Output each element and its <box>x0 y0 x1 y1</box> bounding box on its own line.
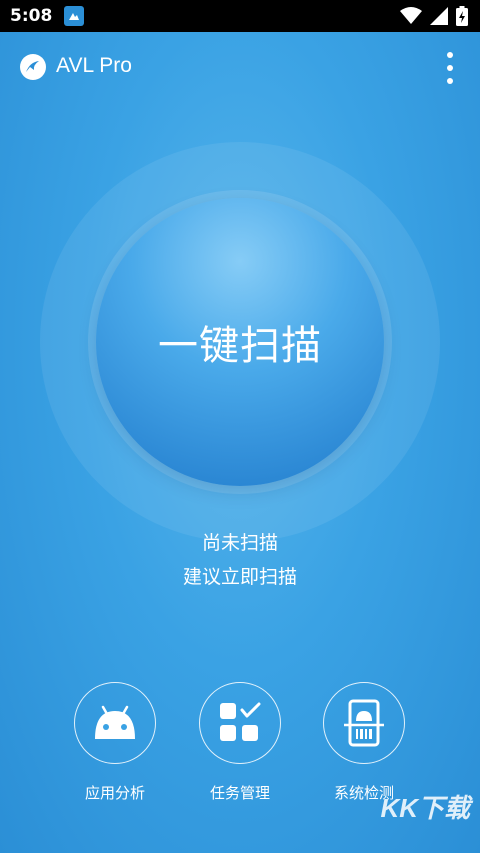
tool-task-manager-circle[interactable] <box>199 682 281 764</box>
tool-label: 任务管理 <box>209 784 270 802</box>
avl-logo-icon <box>20 54 46 80</box>
tool-app-analysis[interactable]: 应用分析 <box>55 682 175 803</box>
one-click-scan-button[interactable]: 一键扫描 <box>96 198 384 486</box>
status-bar: 5:08 <box>0 0 480 32</box>
android-icon <box>95 705 135 739</box>
battery-charging-icon <box>456 6 468 26</box>
scan-status-text: 尚未扫描 <box>201 532 278 554</box>
tool-label: 应用分析 <box>84 784 145 802</box>
signal-icon <box>430 7 448 25</box>
watermark: KK下载 <box>380 793 470 823</box>
scan-button-label: 一键扫描 <box>158 323 322 369</box>
scan-suggestion-text: 建议立即扫描 <box>182 566 297 588</box>
tool-system-check-circle[interactable] <box>323 682 405 764</box>
task-grid-icon <box>220 702 261 741</box>
app-title: AVL Pro <box>56 54 132 77</box>
overflow-menu-icon[interactable] <box>440 52 460 84</box>
phone-scan-icon <box>344 699 384 747</box>
status-time: 5:08 <box>10 6 53 26</box>
tool-system-check[interactable]: 系统检测 <box>304 682 424 803</box>
avl-notification-icon <box>64 6 85 26</box>
tool-task-manager[interactable]: 任务管理 <box>180 682 300 803</box>
app-bar: AVL Pro <box>0 32 480 102</box>
status-icons <box>400 6 468 26</box>
wifi-icon <box>400 7 422 24</box>
tool-app-analysis-circle[interactable] <box>74 682 156 764</box>
